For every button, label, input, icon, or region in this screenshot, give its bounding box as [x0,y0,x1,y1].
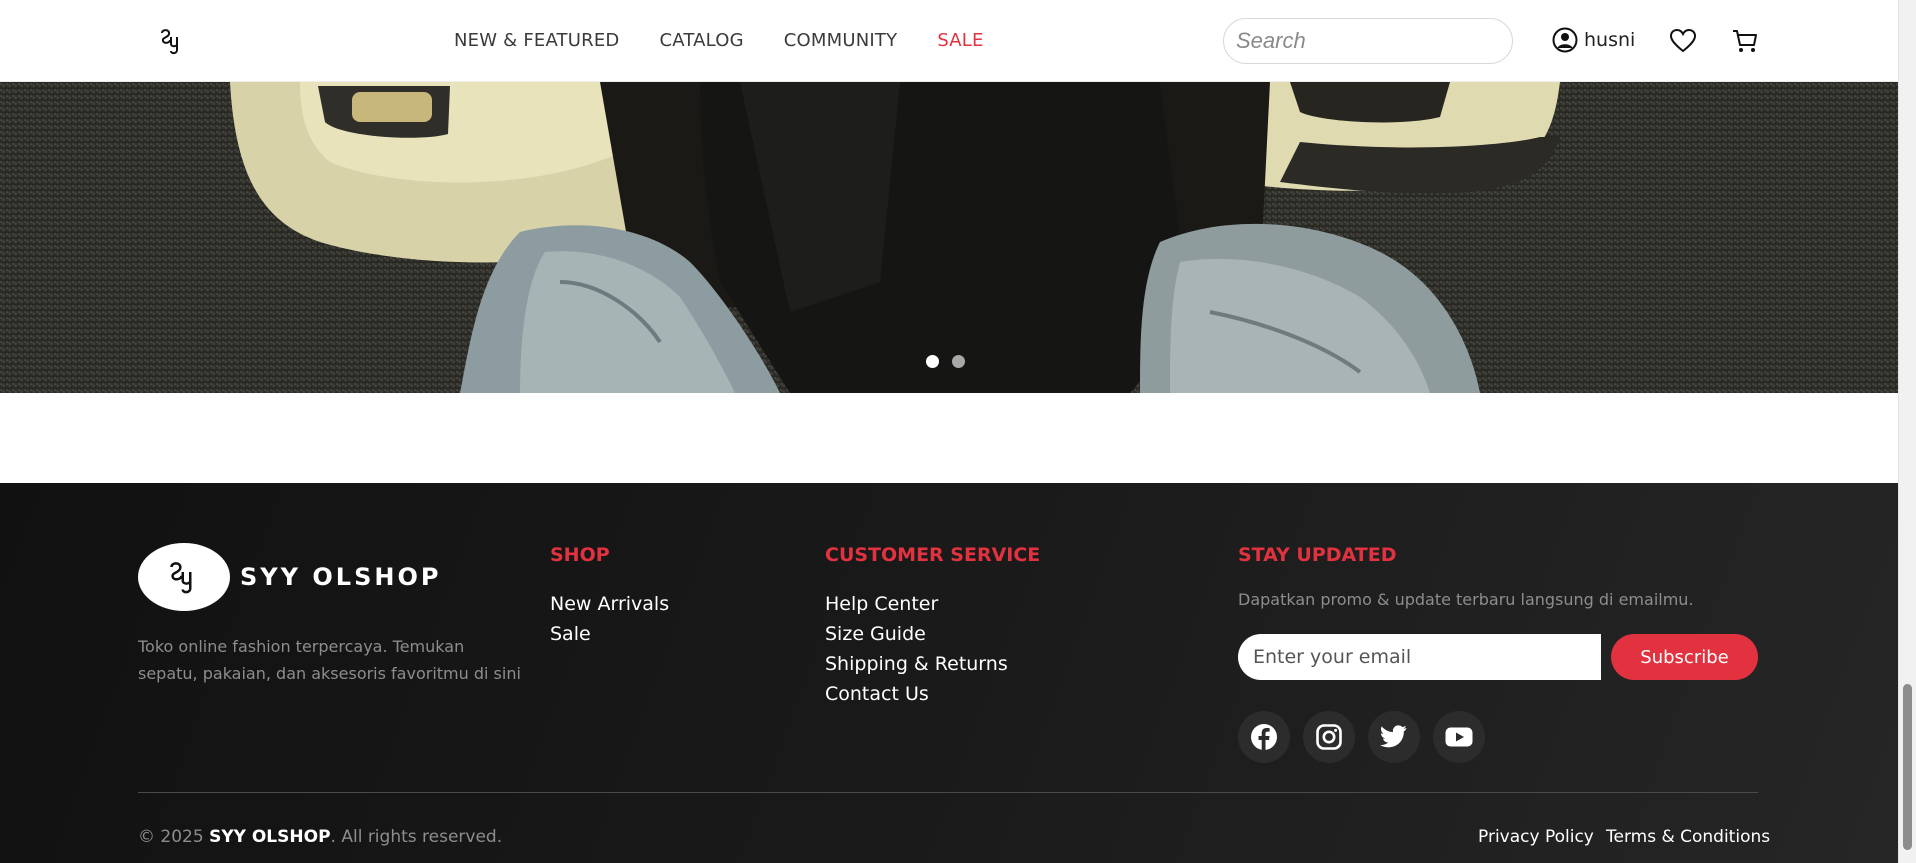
twitter-icon [1380,725,1407,748]
facebook-icon [1251,724,1277,750]
syy-logo-icon[interactable] [156,25,188,57]
facebook-button[interactable] [1238,711,1290,763]
hero-banner [0,82,1898,393]
social-links [1238,711,1485,763]
customer-service-links: Help Center Size Guide Shipping & Return… [825,589,1008,709]
cart-icon [1733,30,1757,52]
list-item: New Arrivals [550,589,669,619]
link-new-arrivals[interactable]: New Arrivals [550,593,669,615]
link-sale[interactable]: Sale [550,623,591,645]
site-header: NEW & FEATURED CATALOG COMMUNITY SALE hu… [0,0,1898,82]
username-label: husni [1584,29,1636,51]
carousel-dot-2[interactable] [952,355,965,368]
copyright-prefix: © 2025 [138,827,210,847]
stay-updated-heading: STAY UPDATED [1238,544,1397,566]
stay-updated-description: Dapatkan promo & update terbaru langsung… [1238,590,1694,609]
link-size-guide[interactable]: Size Guide [825,623,926,645]
page-scrollbar[interactable] [1898,0,1916,863]
nav-sale[interactable]: SALE [937,30,983,51]
hero-image [0,82,1898,393]
youtube-icon [1445,727,1473,747]
copyright-brand: SYY OLSHOP [209,827,331,847]
footer-brand-description: Toko online fashion terpercaya. Temukan … [138,637,521,683]
user-icon [1552,27,1578,53]
footer-divider [138,792,1758,793]
list-item: Help Center [825,589,1008,619]
site-footer: SYY OLSHOP Toko online fashion terpercay… [0,483,1898,863]
shop-links: New Arrivals Sale [550,589,669,649]
footer-brand-name: SYY OLSHOP [240,563,442,591]
list-item: Sale [550,619,669,649]
link-help-center[interactable]: Help Center [825,593,938,615]
legal-privacy: Privacy Policy [1478,827,1594,847]
footer-logo[interactable] [138,543,230,611]
youtube-button[interactable] [1433,711,1485,763]
list-item: Contact Us [825,679,1008,709]
list-item: Size Guide [825,619,1008,649]
link-contact-us[interactable]: Contact Us [825,683,929,705]
legal-terms: Terms & Conditions [1606,827,1770,847]
subscribe-button[interactable]: Subscribe [1611,634,1758,680]
twitter-button[interactable] [1368,711,1420,763]
main-nav: NEW & FEATURED CATALOG COMMUNITY SALE [454,30,984,51]
customer-service-heading: CUSTOMER SERVICE [825,544,1041,566]
syy-logo-icon [170,562,192,594]
carousel-dot-1[interactable] [926,355,939,368]
nav-catalog[interactable]: CATALOG [659,30,743,51]
instagram-button[interactable] [1303,711,1355,763]
wishlist-button[interactable] [1668,26,1698,56]
list-item: Shipping & Returns [825,649,1008,679]
instagram-icon [1316,724,1342,750]
copyright-text: © 2025 SYY OLSHOP. All rights reserved. [138,827,502,847]
scrollbar-thumb[interactable] [1903,684,1912,850]
nav-community[interactable]: COMMUNITY [784,30,898,51]
link-terms-conditions[interactable]: Terms & Conditions [1606,827,1770,847]
carousel-dots [926,355,965,368]
link-shipping-returns[interactable]: Shipping & Returns [825,653,1008,675]
email-field[interactable] [1238,634,1601,680]
user-account-button[interactable]: husni [1552,27,1635,53]
heart-icon [1669,28,1697,53]
link-privacy-policy[interactable]: Privacy Policy [1478,827,1594,847]
cart-button[interactable] [1730,26,1760,56]
search-input[interactable] [1223,18,1513,64]
shop-heading: SHOP [550,544,610,566]
nav-new-featured[interactable]: NEW & FEATURED [454,30,619,51]
copyright-suffix: . All rights reserved. [330,827,503,847]
